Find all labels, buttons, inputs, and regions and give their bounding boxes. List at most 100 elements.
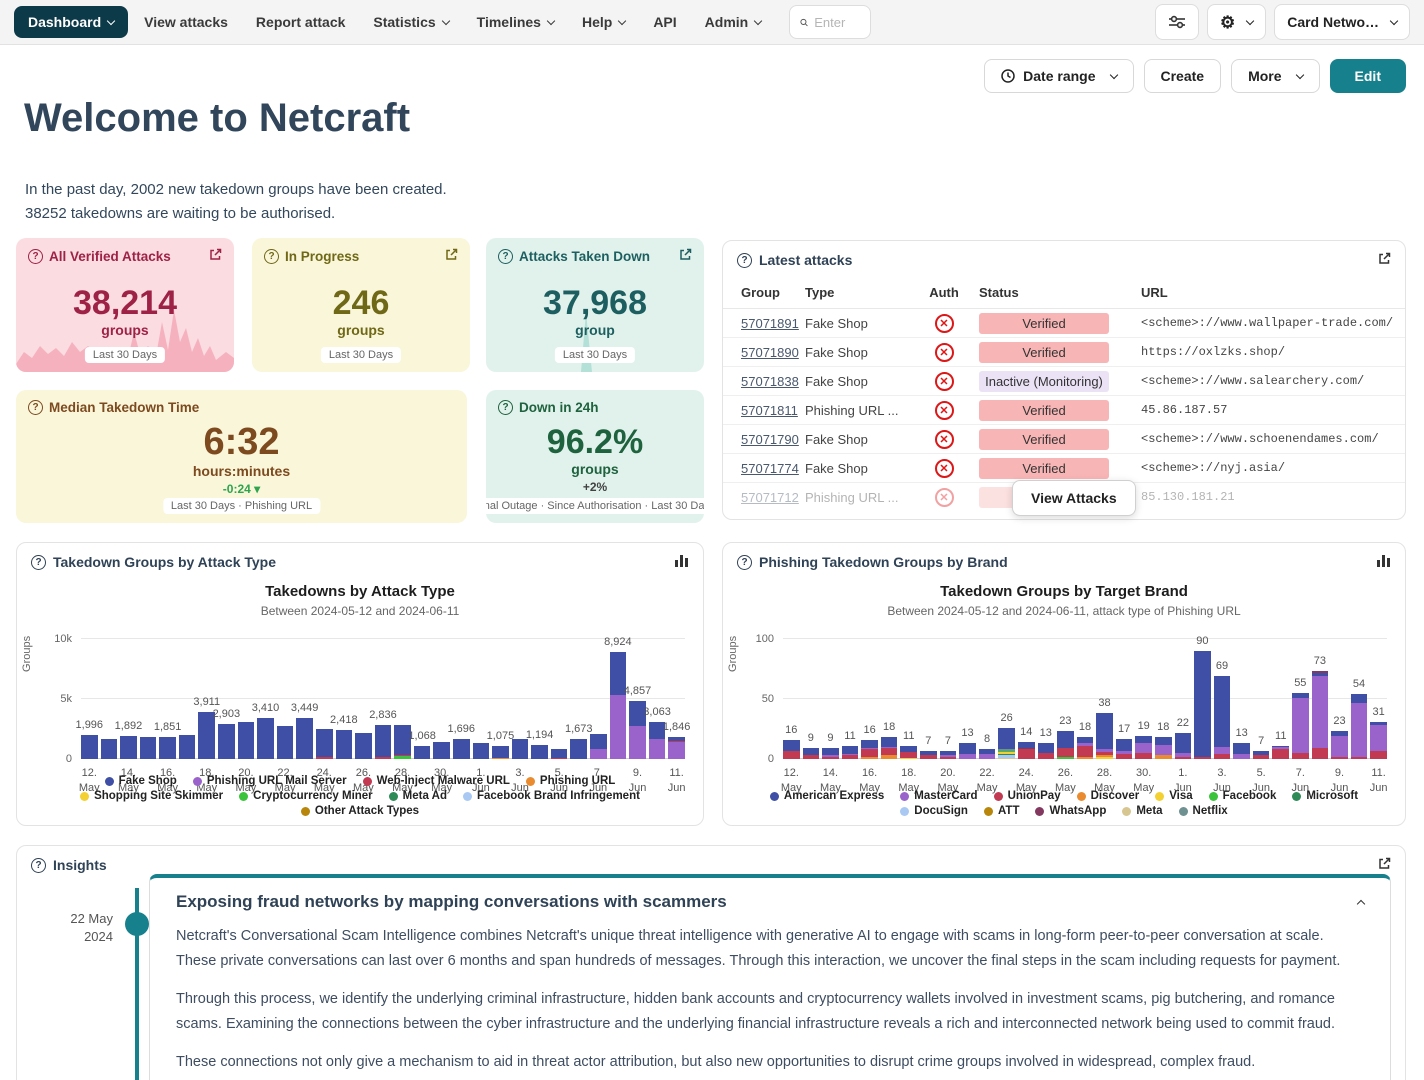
bar: 2,836 — [375, 639, 392, 759]
legend-item[interactable]: Microsoft — [1292, 790, 1358, 802]
auth-denied-icon[interactable]: ✕ — [935, 314, 954, 333]
external-link-icon[interactable] — [209, 248, 222, 264]
group-link[interactable]: 57071774 — [741, 461, 799, 476]
bar-value-label: 3,449 — [291, 702, 319, 714]
auth-denied-icon[interactable]: ✕ — [935, 401, 954, 420]
bar-value-label: 3,911 — [193, 696, 220, 708]
date-range-button[interactable]: Date range — [984, 59, 1133, 93]
legend-item[interactable]: Visa — [1155, 790, 1192, 802]
external-link-icon[interactable] — [1378, 857, 1391, 873]
help-circle-icon[interactable]: ? — [28, 400, 43, 415]
bar: 693.Jun — [1214, 639, 1231, 759]
help-circle-icon[interactable]: ? — [31, 555, 46, 570]
legend-item[interactable]: Discover — [1077, 790, 1140, 802]
attack-url: 45.86.187.57 — [1141, 403, 1399, 417]
card-in-progress: ? In Progress 246 groups Last 30 Days — [252, 238, 470, 372]
group-link[interactable]: 57071790 — [741, 432, 799, 447]
chart-menu-icon[interactable] — [1377, 554, 1391, 570]
sliders-icon — [1168, 14, 1186, 30]
bar: 17 — [1116, 639, 1133, 759]
timeline-date: 22 May 2024 — [25, 910, 113, 946]
help-circle-icon[interactable]: ? — [737, 555, 752, 570]
panel-title: Insights — [53, 857, 107, 873]
bar: 1118.May — [900, 639, 917, 759]
bar: 1,673 — [570, 639, 587, 759]
view-attacks-button[interactable]: View Attacks — [1012, 480, 1136, 516]
search-box — [789, 5, 871, 39]
legend-item[interactable]: American Express — [770, 790, 884, 802]
collapse-chevron-icon[interactable] — [1357, 899, 1365, 907]
external-link-icon[interactable] — [679, 248, 692, 264]
external-link-icon[interactable] — [1378, 252, 1391, 268]
legend-item[interactable]: Meta Ad — [389, 790, 447, 802]
legend-item[interactable]: Phishing URL — [526, 775, 615, 787]
legend-item[interactable]: Fake Shop — [105, 775, 177, 787]
legend-item[interactable]: Phishing URL Mail Server — [193, 775, 347, 787]
edit-button[interactable]: Edit — [1330, 59, 1406, 93]
bar-value-label: 23 — [1333, 715, 1345, 727]
auth-denied-icon[interactable]: ✕ — [935, 343, 954, 362]
bar: 2,903 — [218, 639, 235, 759]
legend-item[interactable]: MasterCard — [900, 790, 977, 802]
group-link[interactable]: 57071712 — [741, 490, 799, 505]
nav-dashboard-button[interactable]: Dashboard — [14, 6, 128, 38]
legend-item[interactable]: Facebook — [1209, 790, 1277, 802]
table-row: 57071774Fake Shop✕Verified<scheme>://nyj… — [723, 454, 1405, 483]
settings-button[interactable]: ⚙ — [1207, 4, 1266, 40]
auth-denied-icon[interactable]: ✕ — [935, 459, 954, 478]
nav-api[interactable]: API — [641, 6, 688, 38]
nav-help[interactable]: Help — [570, 6, 637, 38]
search-input[interactable] — [814, 15, 860, 30]
legend-item[interactable]: Shopping Site Skimmer — [80, 790, 223, 802]
help-circle-icon[interactable]: ? — [31, 858, 46, 873]
legend-item[interactable]: ATT — [984, 805, 1020, 817]
help-circle-icon[interactable]: ? — [498, 249, 513, 264]
create-button[interactable]: Create — [1144, 59, 1222, 93]
nav-timelines[interactable]: Timelines — [465, 6, 566, 38]
legend-item[interactable]: Other Attack Types — [301, 805, 419, 817]
bar: 4,8579.Jun — [629, 639, 646, 759]
help-circle-icon[interactable]: ? — [498, 400, 513, 415]
bar: 3.Jun — [512, 639, 529, 759]
group-link[interactable]: 57071890 — [741, 345, 799, 360]
legend-item[interactable]: Facebook Brand Infringement — [463, 790, 640, 802]
help-circle-icon[interactable]: ? — [737, 253, 752, 268]
legend-item[interactable]: Cryptocurrency Miner — [239, 790, 373, 802]
stat-value: 246 — [264, 286, 458, 322]
stat-unit: group — [498, 322, 692, 338]
bar-value-label: 16 — [785, 724, 797, 736]
legend-item[interactable]: Web-Inject Malware URL — [363, 775, 510, 787]
nav-admin[interactable]: Admin — [693, 6, 774, 38]
legend-item[interactable]: DocuSign — [900, 805, 968, 817]
nav-statistics[interactable]: Statistics — [361, 6, 460, 38]
bar: 13 — [1233, 639, 1250, 759]
bar — [101, 639, 118, 759]
bar-value-label: 13 — [1040, 727, 1052, 739]
legend-dot — [1209, 792, 1218, 801]
status-badge: Verified — [979, 342, 1109, 363]
stat-unit: groups — [28, 322, 222, 338]
help-circle-icon[interactable]: ? — [264, 249, 279, 264]
nav-report-attack[interactable]: Report attack — [244, 6, 357, 38]
card-network-dropdown[interactable]: Card Netwo… — [1274, 4, 1410, 40]
group-link[interactable]: 57071891 — [741, 316, 799, 331]
legend-item[interactable]: UnionPay — [994, 790, 1061, 802]
bar: 1,99612.May — [81, 639, 98, 759]
nav-view-attacks[interactable]: View attacks — [132, 6, 240, 38]
chart-menu-icon[interactable] — [675, 554, 689, 570]
column-header: URL — [1135, 279, 1405, 309]
bar: 8,924 — [610, 639, 627, 759]
group-link[interactable]: 57071838 — [741, 374, 799, 389]
auth-denied-icon[interactable]: ✕ — [935, 372, 954, 391]
help-circle-icon[interactable]: ? — [28, 249, 43, 264]
legend-item[interactable]: Meta — [1122, 805, 1162, 817]
legend-item[interactable]: WhatsApp — [1035, 805, 1106, 817]
legend-item[interactable]: Netflix — [1179, 805, 1228, 817]
auth-denied-icon[interactable]: ✕ — [935, 430, 954, 449]
auth-denied-icon[interactable]: ✕ — [935, 488, 954, 507]
external-link-icon[interactable] — [445, 248, 458, 264]
group-link[interactable]: 57071811 — [741, 403, 798, 418]
more-button[interactable]: More — [1231, 59, 1319, 93]
filters-button[interactable] — [1155, 4, 1199, 40]
stat-delta[interactable]: -0:24 ▾ — [28, 482, 455, 496]
